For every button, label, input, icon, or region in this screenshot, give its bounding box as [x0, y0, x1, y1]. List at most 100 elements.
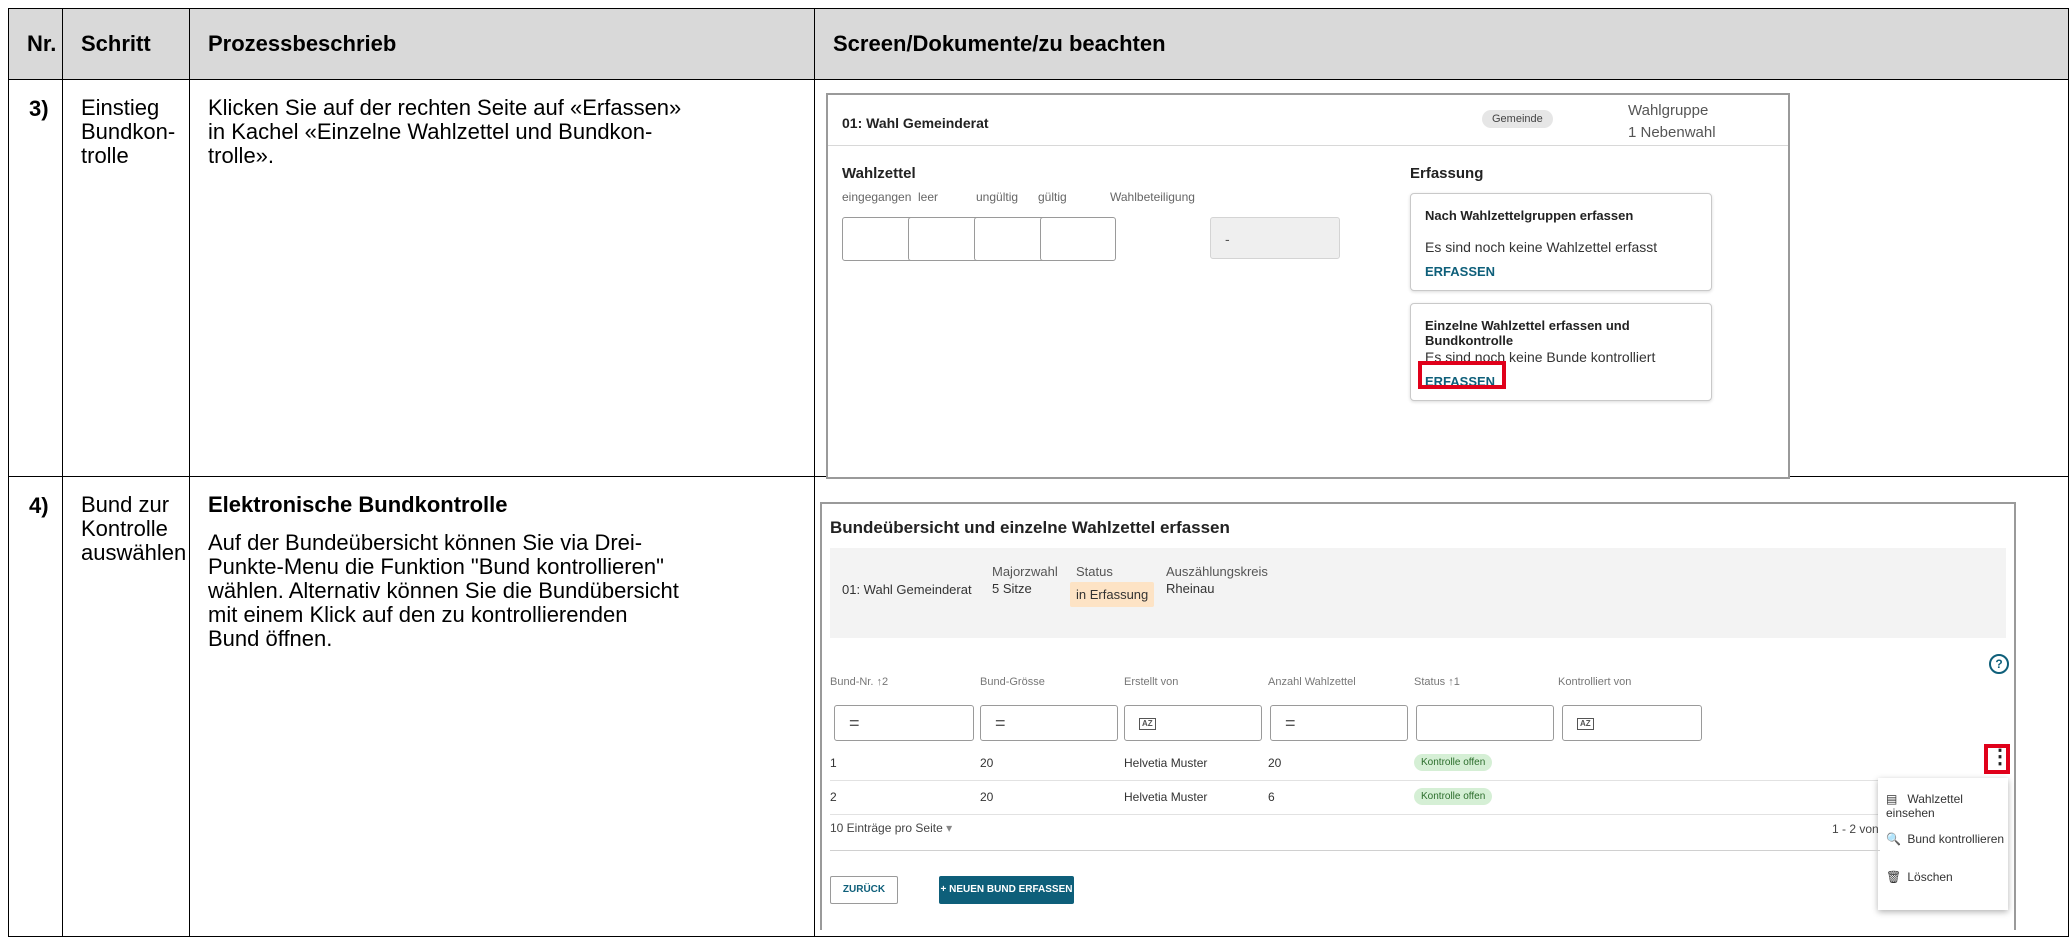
- card-body: Es sind noch keine Wahlzettel erfasst: [1425, 239, 1658, 255]
- highlight-erfassen-box: [1418, 361, 1506, 389]
- filter-status[interactable]: [1416, 705, 1554, 741]
- cell-erstellt: Helvetia Muster: [1124, 790, 1208, 804]
- filter-erstellt-von[interactable]: AZ: [1124, 705, 1262, 741]
- col-bund-groesse[interactable]: Bund-Grösse: [980, 676, 1045, 688]
- filter-kontrolliert-von[interactable]: AZ: [1562, 705, 1702, 741]
- page-size-label: 10 Einträge pro Seite: [830, 821, 943, 835]
- erfassen-gruppen-button[interactable]: ERFASSEN: [1425, 264, 1495, 279]
- gemeinde-chip: Gemeinde: [1482, 110, 1553, 128]
- desc-line: Punkte-Menu die Funktion "Bund kontrolli…: [208, 554, 664, 579]
- cell-bund-nr: 1: [830, 756, 837, 770]
- highlight-kebab-box: [1984, 744, 2010, 774]
- header-schritt: Schritt: [62, 8, 190, 80]
- desc-line: wählen. Alternativ können Sie die Bundüb…: [208, 578, 679, 603]
- ungueltig-input[interactable]: [974, 217, 1050, 261]
- wahlgruppe-label: Wahlgruppe: [1628, 102, 1709, 119]
- filter-bund-groesse[interactable]: =: [980, 705, 1118, 741]
- table-row[interactable]: 1 20 Helvetia Muster 20 Kontrolle offen: [830, 746, 2006, 781]
- erfassung-label: Erfassung: [1410, 165, 1484, 182]
- cell-bund-nr: 2: [830, 790, 837, 804]
- desc-line: Bund öffnen.: [208, 626, 333, 651]
- card-wahlzettelgruppen: Nach Wahlzettelgruppen erfassen Es sind …: [1410, 193, 1712, 291]
- document-icon: ▤: [1886, 792, 1898, 806]
- card-title: Nach Wahlzettelgruppen erfassen: [1425, 208, 1634, 223]
- step-line: Kontrolle: [81, 516, 168, 541]
- col-ungueltig: ungültig: [976, 190, 1019, 204]
- menu-item-bund-kontrollieren[interactable]: 🔍 Bund kontrollieren: [1886, 832, 2004, 846]
- step-line: trolle: [81, 143, 129, 168]
- wahl-header: 01: Wahl Gemeinderat Gemeinde Wahlgruppe…: [828, 95, 1788, 146]
- menu-item-wahlzettel-einsehen[interactable]: ▤ Wahlzettel einsehen: [1886, 792, 2008, 820]
- filter-bund-nr[interactable]: =: [834, 705, 974, 741]
- pagination-bar: 10 Einträge pro Seite ▾: [830, 803, 1880, 851]
- header-nr: Nr.: [8, 8, 63, 80]
- nebenwahl-label: 1 Nebenwahl: [1628, 124, 1716, 141]
- cell-anzahl: 20: [1268, 756, 1282, 770]
- context-menu: ▤ Wahlzettel einsehen 🔍 Bund kontrollier…: [1878, 778, 2008, 910]
- eingegangen-input[interactable]: [842, 217, 918, 261]
- status-badge: Kontrolle offen: [1414, 754, 1493, 771]
- step-line: Bund zur: [81, 492, 170, 517]
- page-range: 1 - 2 von: [1832, 822, 1879, 836]
- desc-line: Auf der Bundeübersicht können Sie via Dr…: [208, 530, 643, 555]
- menu-label: Bund kontrollieren: [1907, 832, 2005, 846]
- search-icon: 🔍: [1886, 832, 1901, 846]
- cell-groesse: 20: [980, 790, 994, 804]
- info-wahl: 01: Wahl Gemeinderat: [842, 582, 972, 597]
- step-line: Einstieg: [81, 95, 160, 120]
- col-erstellt-von[interactable]: Erstellt von: [1124, 676, 1178, 688]
- col-status[interactable]: Status ↑1: [1414, 676, 1460, 688]
- step-line: Bundkon-: [81, 119, 176, 144]
- info-status-label: Status: [1076, 564, 1113, 579]
- status-badge: in Erfassung: [1070, 582, 1155, 607]
- filter-anzahl[interactable]: =: [1270, 705, 1408, 741]
- bund-overview-title: Bundeübersicht und einzelne Wahlzettel e…: [830, 518, 1230, 537]
- document-page: Nr. Schritt Prozessbeschrieb Screen/Doku…: [0, 0, 2069, 937]
- info-kreis-value: Rheinau: [1166, 581, 1215, 596]
- wahlzettel-label: Wahlzettel: [842, 165, 916, 182]
- col-wahlbeteiligung: Wahlbeteiligung: [1110, 190, 1195, 204]
- chevron-down-icon: ▾: [946, 821, 953, 835]
- menu-label: Löschen: [1907, 870, 1953, 884]
- wahl-info-bar: 01: Wahl Gemeinderat Majorzwahl 5 Sitze …: [830, 548, 2006, 638]
- help-icon[interactable]: ?: [1989, 654, 2009, 674]
- wahl-title: 01: Wahl Gemeinderat: [842, 115, 989, 131]
- row4-nr: 4): [8, 476, 63, 937]
- info-majorz-label: Majorzwahl: [992, 564, 1058, 579]
- neuen-bund-erfassen-button[interactable]: + NEUEN BUND ERFASSEN: [939, 876, 1074, 904]
- row4-description: Elektronische Bundkontrolle Auf der Bund…: [189, 476, 815, 937]
- col-bund-nr[interactable]: Bund-Nr. ↑2: [830, 676, 888, 688]
- desc-heading: Elektronische Bundkontrolle: [208, 492, 508, 517]
- col-eingegangen: eingegangen: [842, 190, 912, 204]
- row3-step: Einstieg Bundkon- trolle: [62, 79, 190, 477]
- card-title: Einzelne Wahlzettel erfassen und Bundkon…: [1425, 318, 1630, 348]
- wahlgruppe-info: Wahlgruppe 1 Nebenwahl: [1628, 100, 1716, 144]
- leer-input[interactable]: [908, 217, 984, 261]
- col-leer: leer: [918, 190, 939, 204]
- col-anzahl-wahlzettel[interactable]: Anzahl Wahlzettel: [1268, 676, 1356, 688]
- zurueck-button[interactable]: ZURÜCK: [830, 876, 898, 904]
- header-screen: Screen/Dokumente/zu beachten: [814, 8, 2069, 80]
- desc-line: mit einem Klick auf den zu kontrollieren…: [208, 602, 628, 627]
- desc-line: in Kachel «Einzelne Wahlzettel und Bundk…: [208, 119, 653, 144]
- info-majorz-value: 5 Sitze: [992, 581, 1032, 596]
- col-kontrolliert-von[interactable]: Kontrolliert von: [1558, 676, 1631, 688]
- gueltig-input[interactable]: [1040, 217, 1116, 261]
- cell-erstellt: Helvetia Muster: [1124, 756, 1208, 770]
- table-header-row: Nr. Schritt Prozessbeschrieb Screen/Doku…: [8, 8, 2069, 80]
- col-gueltig: gültig: [1038, 190, 1067, 204]
- header-prozessbeschrieb: Prozessbeschrieb: [189, 8, 815, 80]
- cell-anzahl: 6: [1268, 790, 1275, 804]
- info-kreis-label: Auszählungskreis: [1166, 564, 1268, 579]
- desc-line: Klicken Sie auf der rechten Seite auf «E…: [208, 95, 682, 120]
- wahlbeteiligung-readonly: -: [1210, 217, 1340, 259]
- page-size-select[interactable]: 10 Einträge pro Seite ▾: [830, 821, 952, 835]
- row3-nr: 3): [8, 79, 63, 477]
- az-sort-icon: AZ: [1577, 718, 1594, 731]
- cell-groesse: 20: [980, 756, 994, 770]
- desc-line: trolle».: [208, 143, 275, 168]
- step-line: auswählen: [81, 540, 187, 565]
- menu-item-loeschen[interactable]: 🗑 Löschen: [1886, 870, 1953, 884]
- screenshot-bundeuebersicht: Bundeübersicht und einzelne Wahlzettel e…: [820, 502, 2016, 930]
- az-sort-icon: AZ: [1139, 718, 1156, 731]
